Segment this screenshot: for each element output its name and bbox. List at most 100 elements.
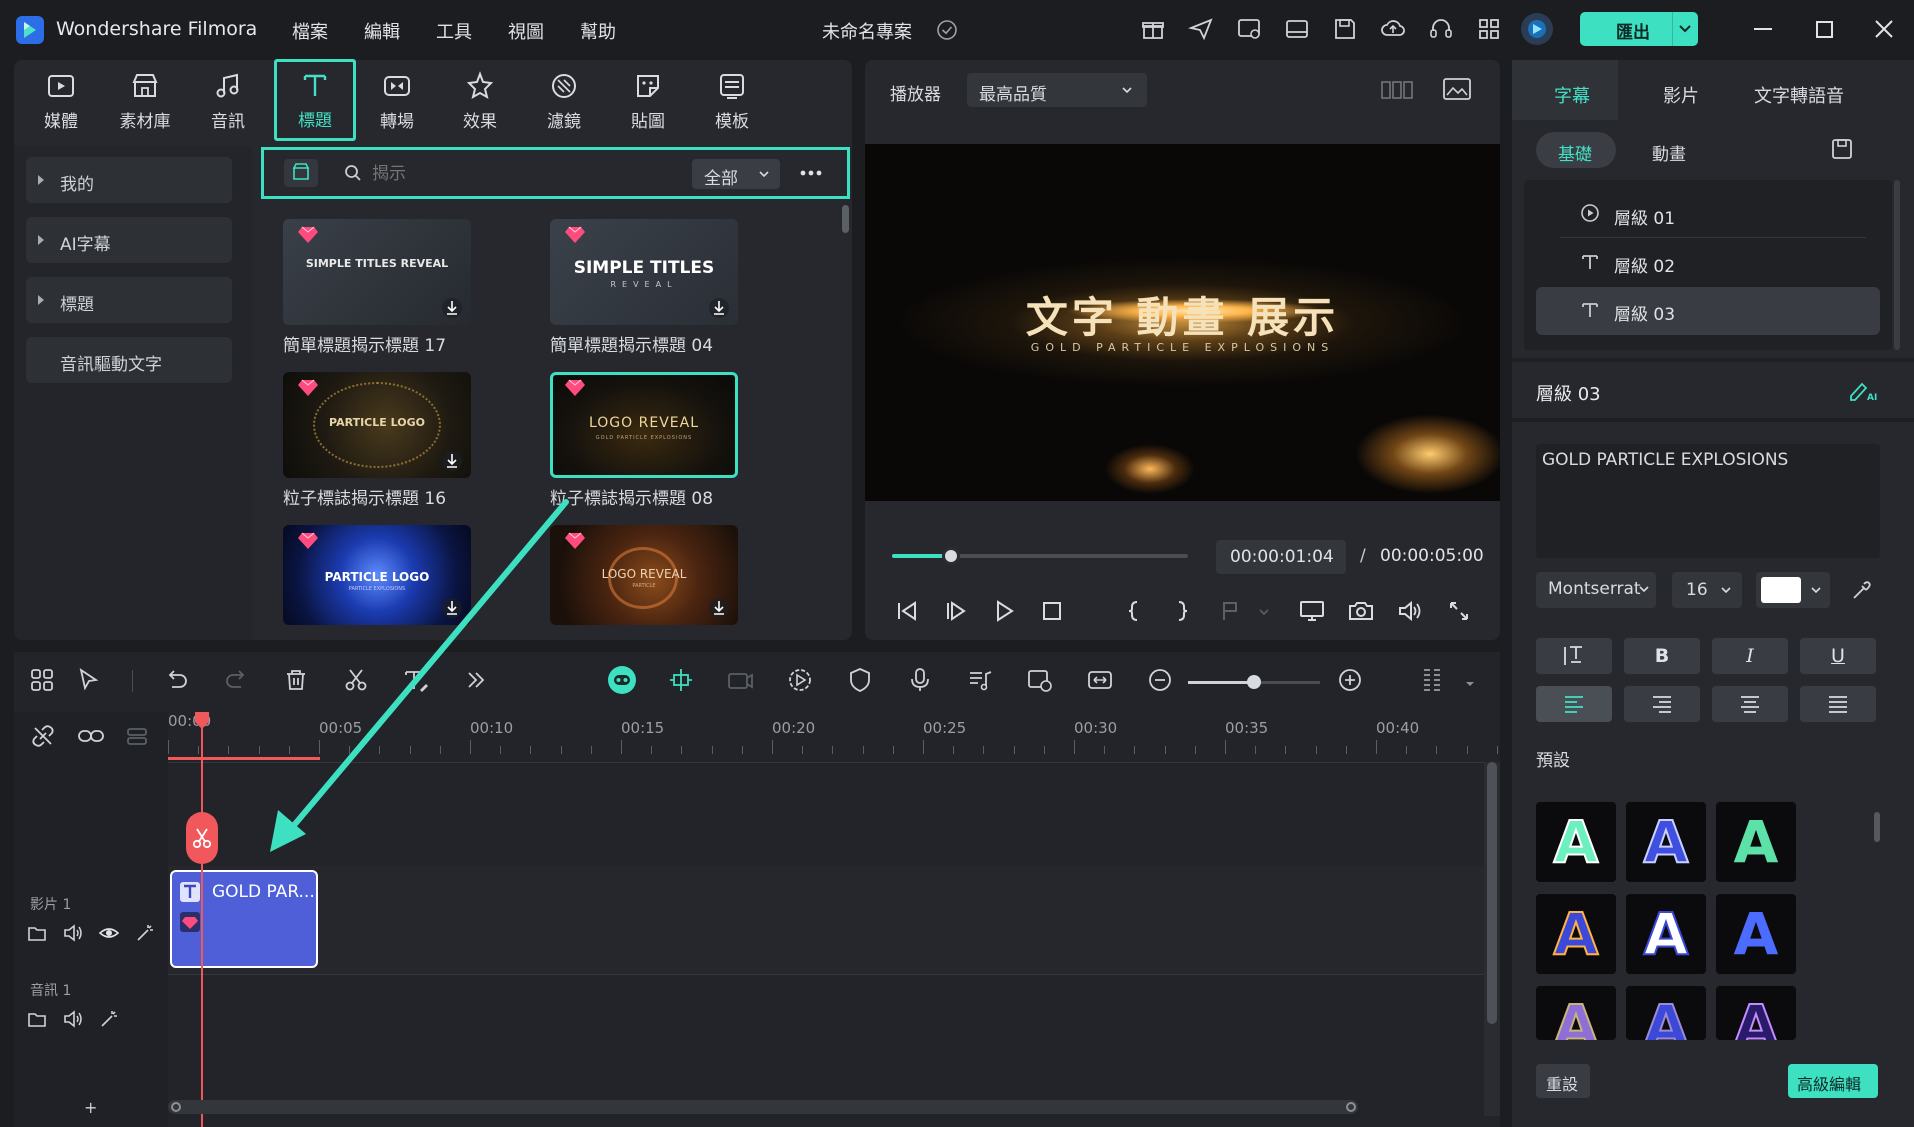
- chevron-down-icon[interactable]: [1258, 606, 1270, 618]
- add-track-button[interactable]: +: [84, 1098, 97, 1117]
- underline-button[interactable]: U: [1800, 638, 1876, 674]
- category-ai-captions[interactable]: AI字幕: [26, 217, 232, 263]
- asset-thumbnail-selected[interactable]: LOGO REVEAL GOLD PARTICLE EXPLOSIONS: [550, 372, 738, 478]
- asset-thumbnail[interactable]: PARTICLE LOGO: [283, 372, 471, 478]
- preset-scrollbar[interactable]: [1874, 812, 1880, 842]
- link-off-icon[interactable]: [30, 723, 56, 749]
- text-preset[interactable]: A: [1626, 802, 1706, 882]
- layer-item-03-selected[interactable]: 層級 03: [1536, 287, 1880, 335]
- subtab-animation[interactable]: 動畫: [1652, 140, 1686, 165]
- text-preset[interactable]: A: [1536, 802, 1616, 882]
- tab-media[interactable]: 媒體: [23, 68, 99, 140]
- eyedropper-icon[interactable]: [1850, 580, 1872, 602]
- avatar[interactable]: [1520, 12, 1554, 46]
- cloud-upload-icon[interactable]: [1380, 16, 1406, 42]
- undo-icon[interactable]: [163, 666, 191, 694]
- folder-icon[interactable]: [26, 922, 48, 944]
- chevron-down-icon[interactable]: [1464, 678, 1476, 690]
- audio-mix-icon[interactable]: [966, 666, 994, 694]
- menu-edit[interactable]: 編輯: [364, 18, 400, 44]
- marker-icon[interactable]: [1216, 597, 1244, 625]
- text-preset[interactable]: A: [1536, 894, 1616, 974]
- tab-transitions[interactable]: 轉場: [359, 68, 435, 140]
- timeline-hscroll[interactable]: [168, 1100, 1358, 1114]
- layer-scrollbar[interactable]: [1894, 180, 1900, 350]
- display-icon[interactable]: [1298, 597, 1326, 625]
- tab-titles[interactable]: 標題: [274, 59, 356, 141]
- menu-tools[interactable]: 工具: [436, 18, 472, 44]
- library-scrollbar[interactable]: [842, 205, 849, 233]
- reset-button[interactable]: 重設: [1536, 1064, 1590, 1098]
- save-icon[interactable]: [1332, 16, 1358, 42]
- category-titles[interactable]: 標題: [26, 277, 232, 323]
- align-center-button[interactable]: [1712, 686, 1788, 722]
- microphone-icon[interactable]: [906, 666, 934, 694]
- close-button[interactable]: [1874, 19, 1894, 39]
- redo-icon[interactable]: [222, 666, 250, 694]
- shield-icon[interactable]: [846, 666, 874, 694]
- category-my[interactable]: 我的: [26, 157, 232, 203]
- layout-icon[interactable]: [1284, 16, 1310, 42]
- render-preview-icon[interactable]: [786, 666, 814, 694]
- volume-icon[interactable]: [62, 1008, 84, 1030]
- text-color-picker[interactable]: [1756, 572, 1830, 608]
- menu-view[interactable]: 視圖: [508, 18, 544, 44]
- menu-file[interactable]: 檔案: [292, 18, 328, 44]
- image-snapshot-icon[interactable]: [1442, 76, 1472, 102]
- tab-text-to-speech[interactable]: 文字轉語音: [1754, 82, 1844, 108]
- playhead-line[interactable]: [201, 712, 203, 1127]
- asset-thumbnail[interactable]: SIMPLE TITLES REVEAL: [550, 219, 738, 325]
- mark-out-icon[interactable]: [1168, 597, 1196, 625]
- subtitle-icon[interactable]: [1026, 666, 1054, 694]
- tab-captions[interactable]: 字幕: [1512, 60, 1618, 120]
- download-icon[interactable]: [441, 450, 463, 472]
- maximize-button[interactable]: [1816, 21, 1833, 38]
- caption-text-area[interactable]: GOLD PARTICLE EXPLOSIONS: [1536, 444, 1880, 558]
- asset-thumbnail[interactable]: SIMPLE TITLES REVEAL: [283, 219, 471, 325]
- search-input[interactable]: [372, 160, 652, 188]
- quality-dropdown[interactable]: 最高品質: [967, 73, 1147, 107]
- zoom-out-icon[interactable]: [1146, 666, 1174, 694]
- text-preset[interactable]: A: [1626, 894, 1706, 974]
- text-preset[interactable]: A: [1716, 802, 1796, 882]
- align-left-button[interactable]: [1536, 686, 1612, 722]
- magic-wand-icon[interactable]: [98, 1008, 120, 1030]
- ai-edit-icon[interactable]: AI: [1848, 378, 1878, 402]
- bold-button[interactable]: B: [1624, 638, 1700, 674]
- folder-icon[interactable]: [26, 1008, 48, 1030]
- category-audio-driven-text[interactable]: 音訊驅動文字: [26, 337, 232, 383]
- vertical-text-button[interactable]: [1536, 638, 1612, 674]
- italic-button[interactable]: I: [1712, 638, 1788, 674]
- volume-icon[interactable]: [62, 922, 84, 944]
- camera-icon[interactable]: [1347, 597, 1375, 625]
- zoom-slider[interactable]: [1188, 675, 1320, 689]
- next-frame-icon[interactable]: [942, 597, 970, 625]
- apps-grid-icon[interactable]: [1476, 16, 1502, 42]
- tab-templates[interactable]: 模板: [694, 68, 770, 140]
- track-manager-icon[interactable]: [124, 723, 150, 749]
- play-icon[interactable]: [990, 597, 1018, 625]
- advanced-edit-button[interactable]: 高級編輯: [1788, 1064, 1878, 1098]
- fullscreen-icon[interactable]: [1445, 597, 1473, 625]
- align-right-button[interactable]: [1624, 686, 1700, 722]
- font-size-dropdown[interactable]: 16: [1672, 572, 1742, 608]
- layout-grid-icon[interactable]: [1380, 78, 1414, 102]
- layer-item-02[interactable]: 層級 02: [1614, 252, 1675, 277]
- stop-icon[interactable]: [1038, 597, 1066, 625]
- split-scissors-button[interactable]: [186, 812, 218, 864]
- volume-icon[interactable]: [1396, 597, 1424, 625]
- link-icon[interactable]: [76, 723, 106, 749]
- video-preview[interactable]: 文字 動畫 展示 GOLD PARTICLE EXPLOSIONS: [865, 144, 1500, 501]
- magic-wand-icon[interactable]: [134, 922, 156, 944]
- font-family-dropdown[interactable]: Montserrat: [1536, 572, 1656, 608]
- mark-in-icon[interactable]: [1120, 597, 1148, 625]
- menu-help[interactable]: 幫助: [580, 18, 616, 44]
- more-options-icon[interactable]: [798, 163, 824, 183]
- zoom-slider-knob[interactable]: [1247, 675, 1261, 689]
- tab-audio[interactable]: 音訊: [190, 68, 266, 140]
- minimize-button[interactable]: [1754, 28, 1772, 30]
- zoom-in-icon[interactable]: [1336, 666, 1364, 694]
- tab-effects[interactable]: 效果: [442, 68, 518, 140]
- subtab-basic[interactable]: 基礎: [1536, 132, 1616, 168]
- download-icon[interactable]: [708, 297, 730, 319]
